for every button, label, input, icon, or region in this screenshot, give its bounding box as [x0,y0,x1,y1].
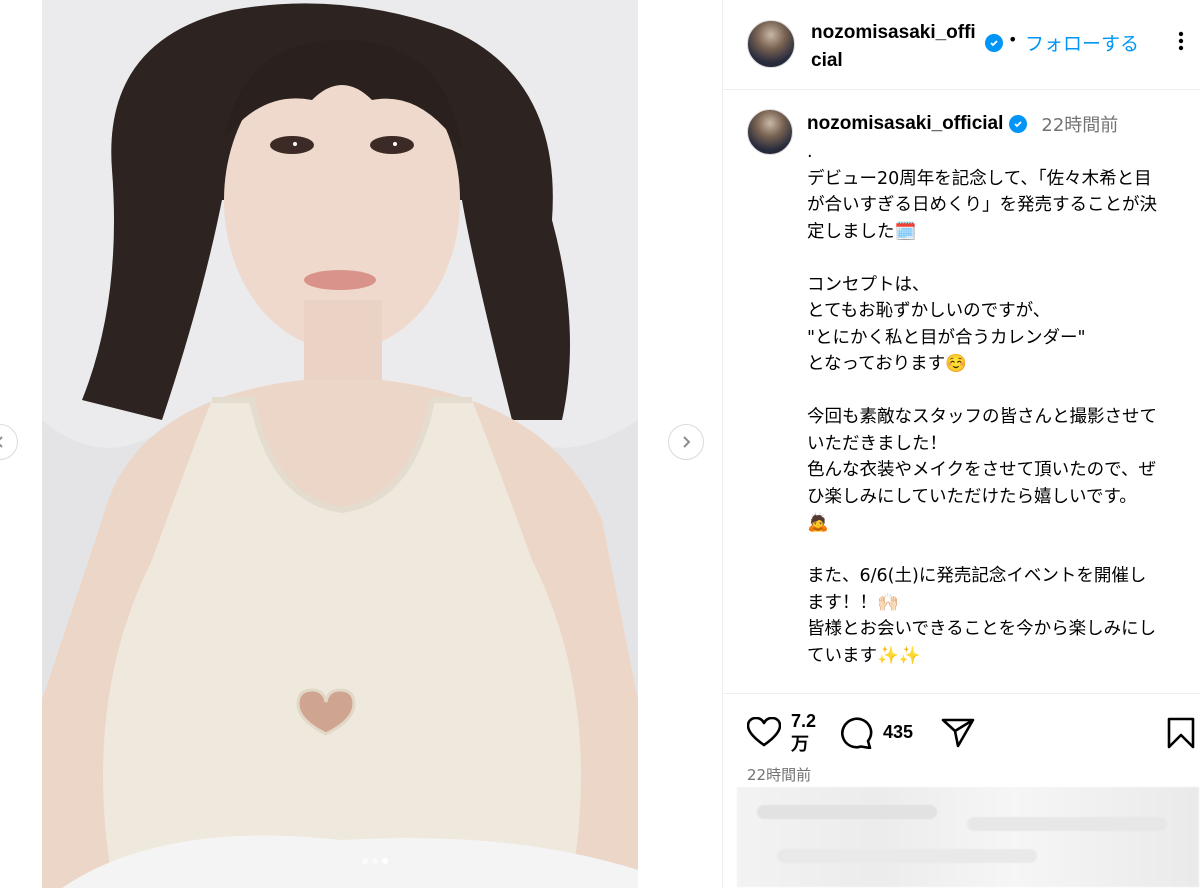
post-header: nozomisasaki_official • フォローする [723,0,1200,90]
post-caption: nozomisasaki_official 22時間前 . デビュー20周年を記… [723,91,1200,691]
caption-relative-time[interactable]: 22時間前 [1041,111,1118,137]
separator-dot: • [1008,30,1018,49]
post-actions: 7.2万 435 22時間前 [723,693,1200,888]
bookmark-icon[interactable] [1167,717,1195,749]
follow-button[interactable]: フォローする [1025,29,1139,56]
caption-avatar[interactable] [747,109,793,155]
header-username[interactable]: nozomisasaki_official [811,19,976,75]
more-options-icon[interactable] [1171,30,1191,52]
comment-bubble-icon[interactable] [839,717,873,749]
chevron-left-icon [0,436,3,448]
caption-header: nozomisasaki_official 22時間前 [807,111,1118,137]
previous-slide-button[interactable] [0,424,18,460]
carousel-dot [362,858,368,864]
caption-text: . デビュー20周年を記念して、「佐々木希と目が合いすぎる日めくり」を発売するこ… [807,142,1157,666]
caption-username[interactable]: nozomisasaki_official [807,113,1003,135]
carousel-dot-active [382,858,388,864]
post-side-panel: nozomisasaki_official • フォローする nozomisas… [722,0,1200,888]
carousel-dot [372,858,378,864]
carousel-indicator [362,858,388,864]
avatar[interactable] [747,20,795,68]
portrait-illustration [42,0,638,888]
chevron-right-icon [683,436,691,448]
media-viewer [0,0,722,888]
next-slide-button[interactable] [668,424,704,460]
blurred-comments-area [737,787,1199,887]
post-photo [42,0,638,888]
post-timestamp[interactable]: 22時間前 [747,764,811,785]
paper-plane-icon[interactable] [941,717,975,749]
verified-badge-icon [985,34,1003,52]
heart-icon[interactable] [747,717,781,747]
verified-badge-icon [1009,115,1028,133]
comment-count[interactable]: 435 [883,722,913,743]
like-count[interactable]: 7.2万 [791,710,821,756]
